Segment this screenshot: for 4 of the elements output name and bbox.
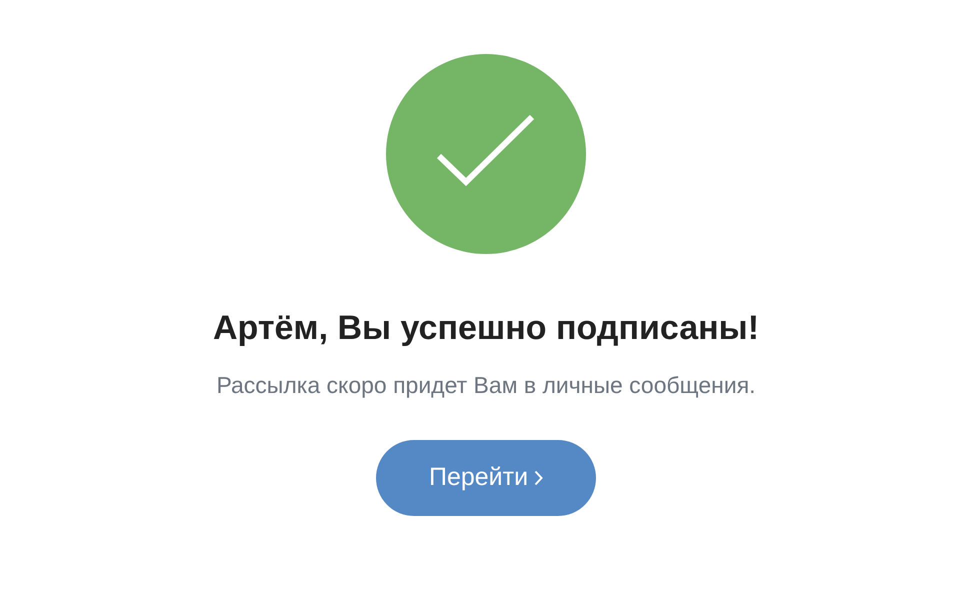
- go-button[interactable]: Перейти: [376, 440, 596, 516]
- success-title: Артём, Вы успешно подписаны!: [212, 308, 760, 349]
- success-message: Рассылка скоро придет Вам в личные сообщения.: [216, 371, 756, 400]
- chevron-right-icon: [534, 470, 544, 486]
